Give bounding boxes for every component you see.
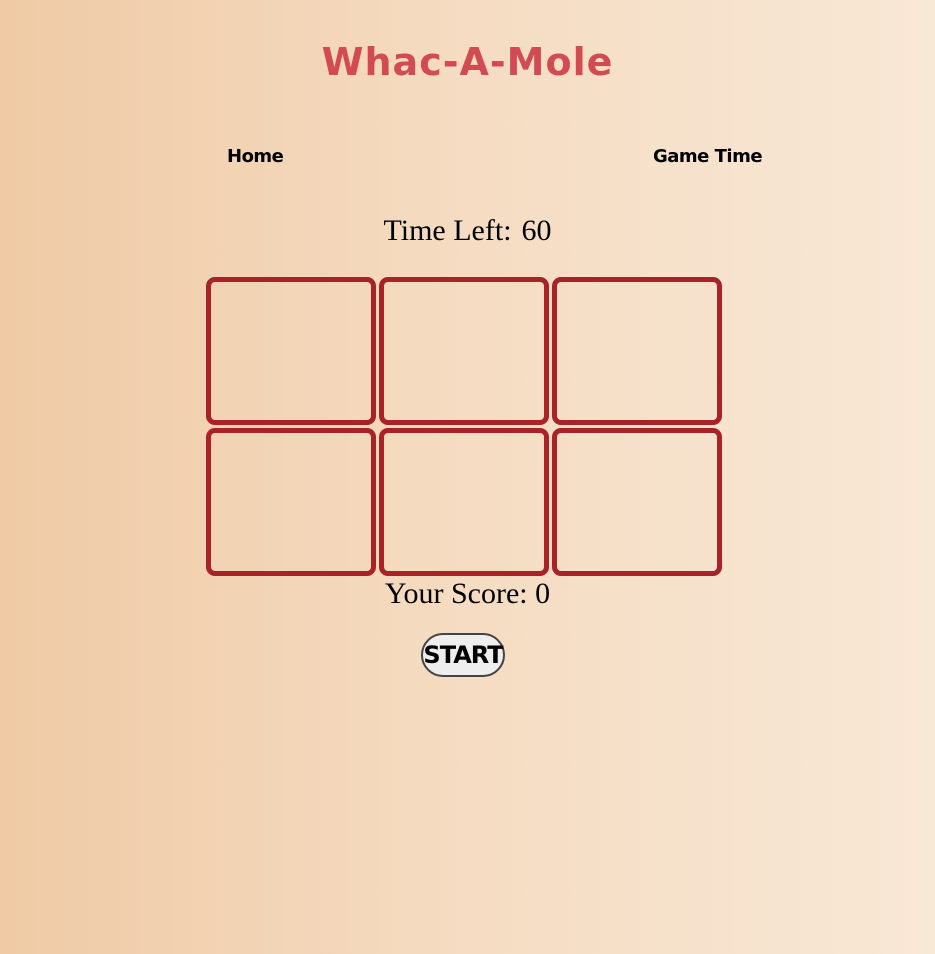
mole-hole-6[interactable] (552, 428, 722, 576)
time-left-value: 60 (521, 214, 552, 247)
mole-hole-1[interactable] (206, 277, 376, 425)
score-label: Your Score: (384, 577, 528, 610)
start-button[interactable]: START (421, 633, 505, 677)
nav-home-link[interactable]: Home (227, 146, 284, 167)
time-left-display: Time Left: 60 (0, 214, 935, 248)
score-value: 0 (535, 577, 551, 610)
nav-game-time-link[interactable]: Game Time (653, 146, 763, 167)
page-title: Whac-A-Mole (321, 40, 614, 84)
time-left-label: Time Left: (383, 214, 512, 247)
mole-hole-4[interactable] (206, 428, 376, 576)
mole-hole-5[interactable] (379, 428, 549, 576)
mole-hole-2[interactable] (379, 277, 549, 425)
score-display: Your Score: 0 (0, 577, 935, 611)
mole-grid (206, 277, 722, 576)
mole-hole-3[interactable] (552, 277, 722, 425)
